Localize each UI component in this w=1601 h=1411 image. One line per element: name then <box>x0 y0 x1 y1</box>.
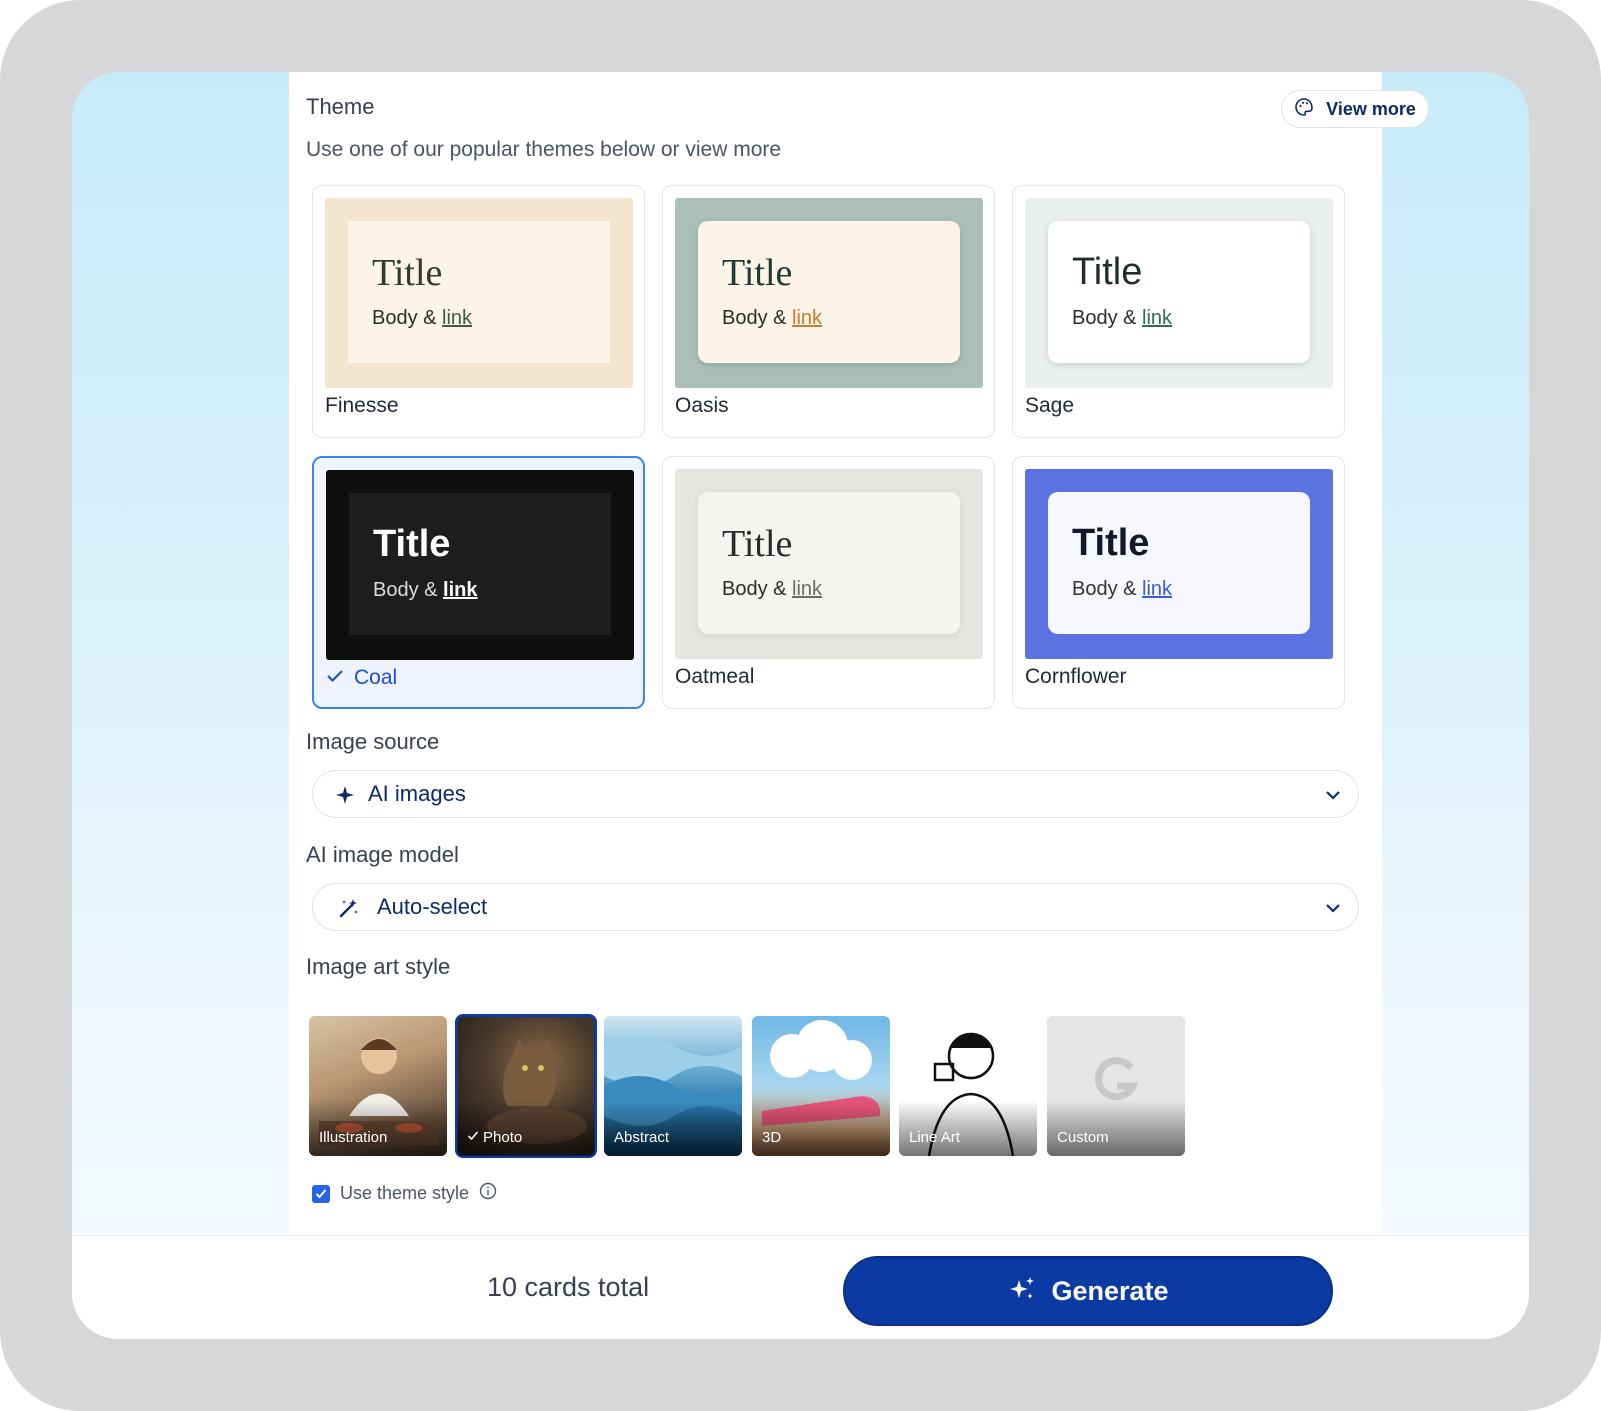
theme-card-oasis[interactable]: Title Body & link Oasis <box>662 185 995 438</box>
device-frame: Theme View more Use one of our popular t… <box>0 0 1601 1411</box>
palette-icon <box>1294 97 1314 122</box>
chevron-down-icon <box>1322 897 1344 919</box>
theme-hint: Use one of our popular themes below or v… <box>306 138 782 161</box>
style-tile-illustration[interactable]: Illustration <box>309 1016 447 1156</box>
theme-preview: Title Body & link <box>675 469 983 659</box>
style-tile-label: Abstract <box>614 1129 670 1146</box>
preview-title: Title <box>722 523 793 565</box>
preview-body: Body & <box>722 578 787 600</box>
theme-card-sage[interactable]: Title Body & link Sage <box>1012 185 1345 438</box>
theme-preview: Title Body & link <box>326 470 634 660</box>
checkbox-checked-icon[interactable] <box>312 1184 330 1203</box>
footer-bar: 10 cards total Generate <box>72 1235 1529 1339</box>
preview-title: Title <box>372 252 443 294</box>
screen: Theme View more Use one of our popular t… <box>72 72 1529 1339</box>
preview-link: link <box>792 307 823 329</box>
theme-card-coal[interactable]: Title Body & link Coal <box>312 456 645 709</box>
theme-card-finesse[interactable]: Title Body & link Finesse <box>312 185 645 438</box>
theme-card-name: Oasis <box>675 394 729 417</box>
theme-card-oatmeal[interactable]: Title Body & link Oatmeal <box>662 456 995 709</box>
theme-card-name: Finesse <box>325 394 399 417</box>
image-source-dropdown[interactable]: AI images <box>312 770 1359 818</box>
preview-link: link <box>1142 307 1173 329</box>
chevron-down-icon <box>1322 784 1344 806</box>
sparkle-icon <box>333 783 357 807</box>
generate-label: Generate <box>1051 1275 1169 1306</box>
preview-title: Title <box>1072 522 1150 564</box>
style-tile-label: Illustration <box>319 1129 388 1146</box>
theme-preview: Title Body & link <box>1025 198 1333 388</box>
style-tile-photo[interactable]: Photo <box>455 1014 597 1158</box>
preview-body: Body & <box>372 307 437 329</box>
theme-card-cornflower[interactable]: Title Body & link Cornflower <box>1012 456 1345 709</box>
magic-wand-icon <box>337 896 361 920</box>
theme-preview: Title Body & link <box>675 198 983 388</box>
cards-total: 10 cards total <box>487 1272 650 1302</box>
theme-card-name: Coal <box>354 666 398 689</box>
style-tile-label: Custom <box>1057 1129 1109 1146</box>
preview-body: Body & <box>1072 578 1137 600</box>
theme-card-name: Sage <box>1025 394 1075 417</box>
theme-card-name: Cornflower <box>1025 665 1127 688</box>
ai-model-value: Auto-select <box>377 894 488 919</box>
use-theme-style-label: Use theme style <box>340 1183 470 1203</box>
preview-title: Title <box>722 252 793 294</box>
preview-body: Body & <box>1072 307 1137 329</box>
theme-label: Theme <box>306 94 375 119</box>
style-tile-abstract[interactable]: Abstract <box>604 1016 742 1156</box>
settings-panel: Theme View more Use one of our popular t… <box>289 72 1429 1235</box>
style-tile-3d[interactable]: 3D <box>752 1016 890 1156</box>
use-theme-style-checkbox[interactable]: Use theme style <box>312 1182 497 1205</box>
check-icon <box>467 1129 479 1146</box>
theme-preview: Title Body & link <box>325 198 633 388</box>
preview-title: Title <box>373 523 451 565</box>
sparkles-icon <box>1007 1274 1037 1309</box>
ai-model-label: AI image model <box>306 842 459 867</box>
preview-link: link <box>792 578 823 600</box>
generate-button[interactable]: Generate <box>843 1256 1333 1326</box>
theme-preview: Title Body & link <box>1025 469 1333 659</box>
style-tile-label: 3D <box>762 1129 782 1146</box>
style-tile-label: Line Art <box>909 1129 960 1146</box>
ai-model-dropdown[interactable]: Auto-select <box>312 883 1359 931</box>
image-source-label: Image source <box>306 729 440 754</box>
view-more-button[interactable]: View more <box>1281 90 1429 128</box>
style-tile-custom[interactable]: Custom <box>1047 1016 1185 1156</box>
preview-body: Body & <box>722 307 787 329</box>
check-icon <box>326 666 344 690</box>
preview-link: link <box>443 579 478 601</box>
image-source-value: AI images <box>368 781 466 806</box>
info-icon[interactable] <box>479 1182 497 1205</box>
preview-link: link <box>1142 578 1173 600</box>
preview-title: Title <box>1072 251 1143 293</box>
view-more-label: View more <box>1326 98 1416 119</box>
theme-card-name: Oatmeal <box>675 665 755 688</box>
preview-body: Body & <box>373 579 438 601</box>
style-tile-label: Photo <box>483 1129 523 1146</box>
preview-link: link <box>442 307 473 329</box>
style-tile-line-art[interactable]: Line Art <box>899 1016 1037 1156</box>
art-style-label: Image art style <box>306 954 451 979</box>
